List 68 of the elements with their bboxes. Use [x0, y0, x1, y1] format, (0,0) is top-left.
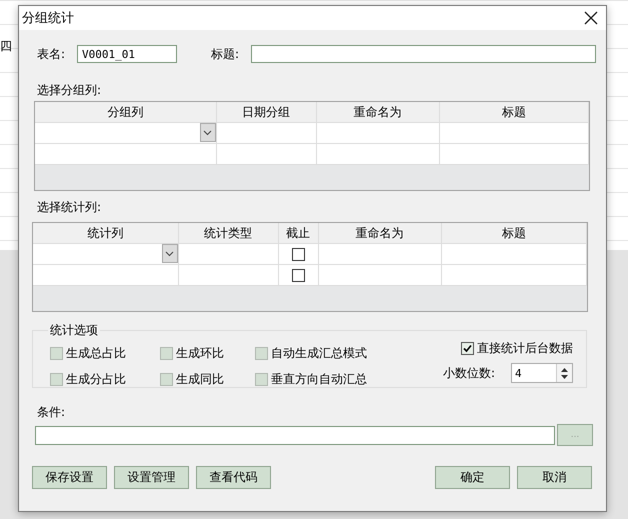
table-cell[interactable]: [441, 244, 586, 264]
table-cell[interactable]: [318, 244, 441, 264]
table-cell[interactable]: [216, 144, 316, 164]
dialog-button[interactable]: 查看代码: [196, 466, 271, 489]
chevron-icon: [203, 130, 212, 136]
table-cell[interactable]: [441, 264, 586, 286]
table-cell[interactable]: [33, 244, 178, 264]
checkbox-label: 直接统计后台数据: [477, 340, 574, 357]
section-label: 选择统计列:: [36, 199, 102, 216]
column-header: 统计列: [33, 223, 178, 244]
checkbox[interactable]: [255, 373, 268, 386]
column-header: 统计类型: [178, 223, 278, 244]
condition-field[interactable]: [35, 426, 555, 444]
up-arrow-icon[interactable]: [561, 368, 568, 372]
checkbox[interactable]: [255, 347, 268, 360]
table-cell[interactable]: [178, 244, 278, 264]
table-cell[interactable]: [35, 144, 216, 164]
table-cell[interactable]: [216, 122, 316, 144]
field-label: 标题:: [210, 46, 240, 62]
checkbox-label: 自动生成汇总模式: [271, 345, 367, 362]
dialog-button[interactable]: 取消: [517, 466, 592, 489]
table-cell[interactable]: [439, 122, 588, 144]
table-cell[interactable]: [318, 264, 441, 286]
field-label: 条件:: [36, 404, 66, 421]
table-cell[interactable]: [439, 144, 588, 164]
column-header: 重命名为: [318, 223, 441, 244]
dialog-button[interactable]: 保存设置: [32, 466, 107, 489]
close-icon[interactable]: [584, 11, 598, 25]
column-header: 日期分组: [216, 102, 316, 122]
table-cell[interactable]: [278, 244, 318, 264]
window-title: 分组统计: [22, 10, 74, 27]
title-field[interactable]: [251, 45, 596, 63]
column-header: 标题: [439, 102, 588, 122]
column-header: 重命名为: [316, 102, 439, 122]
down-arrow-icon[interactable]: [561, 374, 568, 378]
table-cell[interactable]: [178, 264, 278, 286]
checkbox-label: 生成同比: [176, 371, 224, 388]
table-cell[interactable]: [35, 122, 216, 144]
dialog-button[interactable]: 设置管理: [114, 466, 189, 489]
checkbox-label: 生成环比: [176, 345, 224, 362]
field-label: 小数位数:: [443, 364, 496, 382]
dropdown-button[interactable]: [200, 123, 216, 142]
checkbox[interactable]: [160, 347, 173, 360]
checkbox-label: 生成分占比: [66, 371, 126, 388]
checkbox[interactable]: [292, 269, 304, 282]
table-cell[interactable]: [278, 264, 318, 286]
decimals-spinner[interactable]: 4: [511, 363, 574, 383]
table-cell[interactable]: [33, 264, 178, 286]
checkbox-label: 生成总占比: [66, 345, 126, 362]
column-header: 分组列: [35, 102, 216, 122]
chevron-icon: [165, 250, 174, 256]
column-header: 截止: [278, 223, 318, 244]
table-cell[interactable]: [316, 122, 439, 144]
dropdown-button[interactable]: [162, 244, 178, 263]
group-title: 统计选项: [49, 322, 99, 339]
field-label: 表名:: [36, 46, 66, 62]
checkbox[interactable]: [160, 373, 173, 386]
checkbox[interactable]: [50, 373, 63, 386]
checkbox[interactable]: [50, 347, 63, 360]
table-cell: 四: [0, 38, 12, 55]
checkbox[interactable]: [461, 342, 474, 355]
column-header: 标题: [441, 223, 586, 244]
table-cell[interactable]: [316, 144, 439, 164]
checkbox[interactable]: [292, 248, 304, 262]
dialog-button[interactable]: 确定: [435, 466, 510, 489]
table-name-field[interactable]: V0001_01: [77, 45, 177, 63]
checkbox-label: 垂直方向自动汇总: [271, 371, 367, 388]
section-label: 选择分组列:: [36, 82, 102, 99]
